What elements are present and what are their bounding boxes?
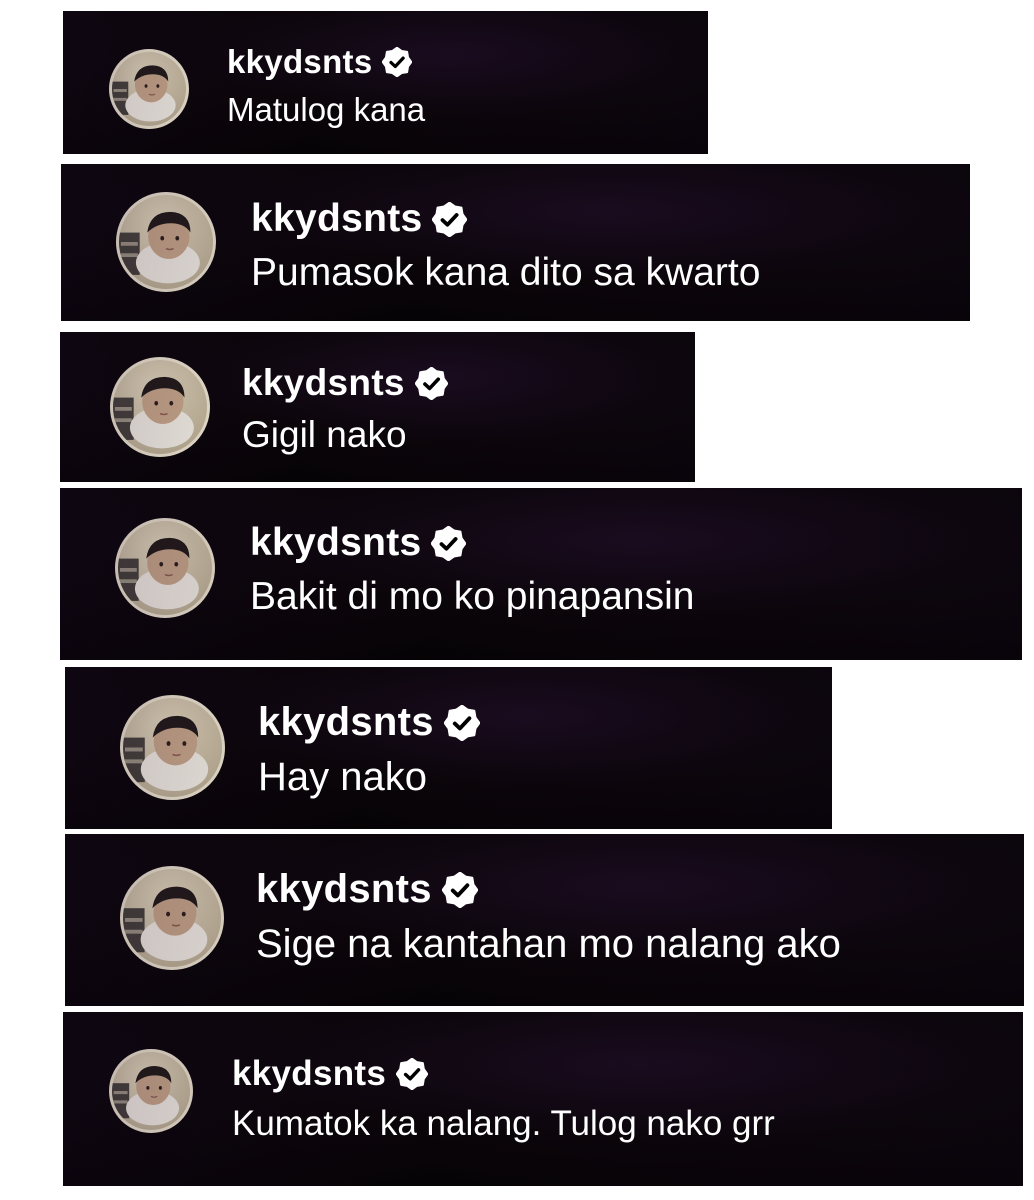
verified-badge-icon (431, 525, 467, 561)
verified-badge-icon (443, 704, 480, 741)
comment-text: Pumasok kana dito sa kwarto (251, 251, 761, 294)
avatar[interactable] (116, 192, 216, 292)
comment-card: kkydsnts Bakit di mo ko pinapansin (60, 488, 1022, 660)
comment-text: Sige na kantahan mo nalang ako (256, 922, 841, 966)
username[interactable]: kkydsnts (227, 43, 372, 81)
comment-text: Hay nako (258, 755, 427, 799)
username[interactable]: kkydsnts (242, 362, 405, 404)
username[interactable]: kkydsnts (258, 700, 434, 745)
avatar[interactable] (110, 357, 210, 457)
verified-badge-icon (441, 871, 478, 908)
avatar[interactable] (109, 49, 189, 129)
avatar[interactable] (109, 1049, 193, 1133)
comment-card: kkydsnts Gigil nako (60, 332, 695, 482)
verified-badge-icon (382, 47, 413, 77)
comment-card: kkydsnts Pumasok kana dito sa kwarto (61, 164, 970, 321)
comment-text: Bakit di mo ko pinapansin (250, 575, 695, 618)
avatar[interactable] (115, 518, 215, 618)
comment-card: kkydsnts Kumatok ka nalang. Tulog nako g… (63, 1012, 1023, 1186)
comment-text: Kumatok ka nalang. Tulog nako grr (232, 1104, 775, 1143)
comment-card: kkydsnts Sige na kantahan mo nalang ako (65, 834, 1024, 1006)
verified-badge-icon (414, 366, 448, 400)
comment-card: kkydsnts Hay nako (65, 667, 832, 829)
avatar[interactable] (120, 695, 225, 800)
username[interactable]: kkydsnts (250, 521, 421, 565)
comment-text: Matulog kana (227, 91, 426, 128)
comment-text: Gigil nako (242, 414, 407, 455)
username[interactable]: kkydsnts (256, 867, 432, 912)
avatar[interactable] (120, 866, 224, 970)
username[interactable]: kkydsnts (232, 1054, 386, 1094)
verified-badge-icon (396, 1058, 429, 1090)
comment-card: kkydsnts Matulog kana (63, 11, 708, 154)
username[interactable]: kkydsnts (251, 197, 422, 241)
verified-badge-icon (432, 201, 468, 237)
